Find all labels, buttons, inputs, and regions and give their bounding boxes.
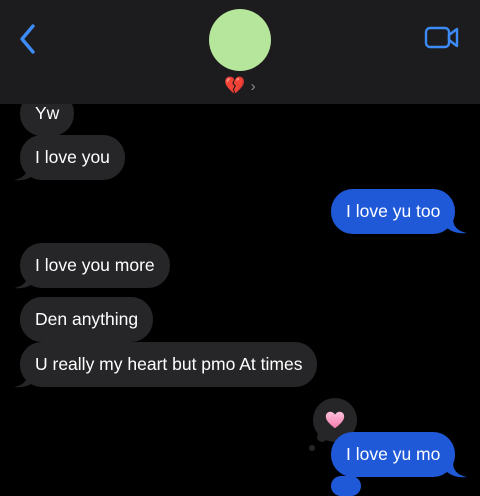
conversation-header: 💔 › [0, 0, 480, 104]
message-bubble-sent[interactable]: I love yu too [331, 189, 456, 234]
video-camera-icon [424, 26, 459, 49]
message-text: Den anything [35, 309, 139, 329]
heart-icon [325, 411, 345, 429]
back-button[interactable] [14, 22, 44, 56]
message-text: I love you more [35, 255, 155, 275]
message-text: I love yu too [346, 201, 441, 221]
message-bubble-received[interactable]: I love you more [20, 243, 170, 288]
message-text: Yw [35, 103, 60, 123]
chevron-right-icon: › [250, 78, 256, 95]
message-text: U really my heart but pmo At times [35, 354, 303, 374]
message-text: I love yu mo [346, 444, 441, 464]
contact-name: 💔 [224, 76, 246, 95]
message-bubble-received[interactable]: Den anything [20, 297, 154, 342]
video-call-button[interactable] [424, 24, 460, 52]
contact-avatar[interactable] [209, 9, 271, 71]
message-bubble-sent-partial[interactable] [331, 476, 361, 496]
chevron-left-icon [20, 24, 35, 54]
tapback-tail-dot [309, 445, 315, 451]
message-text: I love you [35, 147, 110, 167]
message-bubble-received[interactable]: U really my heart but pmo At times [20, 342, 318, 387]
message-bubble-sent[interactable]: I love yu mo [331, 432, 456, 477]
contact-name-button[interactable]: 💔 › [0, 76, 480, 96]
message-bubble-received[interactable]: I love you [20, 135, 125, 180]
